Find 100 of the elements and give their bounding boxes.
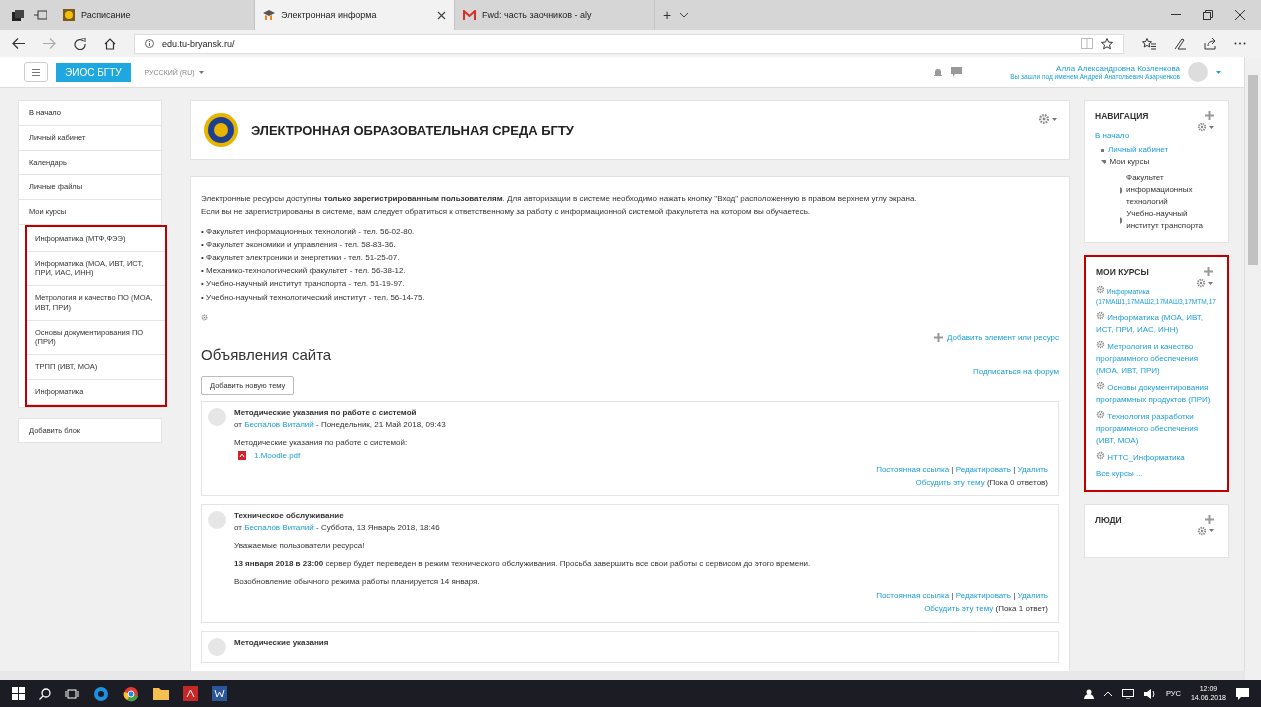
browser-tab[interactable]: Электронная информа [255,0,455,30]
caret-icon [198,70,204,74]
attachment-link[interactable]: 1.Moodle.pdf [254,450,301,460]
avatar-icon [208,407,226,426]
course-icon[interactable] [1096,450,1105,460]
search-icon[interactable] [39,687,51,700]
collapsed-arrow-icon[interactable] [1119,216,1123,224]
tabs-aside-icon[interactable] [12,9,24,21]
pdf-reader-icon[interactable] [183,686,198,701]
site-title: ЭЛЕКТРОННАЯ ОБРАЗОВАТЕЛЬНАЯ СРЕДА БГТУ [251,122,574,138]
user-name-link[interactable]: Алла Александровна Козленкова [1056,64,1180,73]
pen-icon[interactable] [1174,37,1186,50]
home-icon[interactable] [104,37,116,50]
restore-icon[interactable] [1203,10,1213,20]
contact-item: • Механико-технологический факультет - тел. 56-38-12. [201,265,407,278]
refresh-icon[interactable] [74,37,86,50]
star-icon[interactable] [1101,37,1113,50]
discuss-link[interactable]: Обсудить эту тему [915,477,985,487]
gear-icon[interactable] [1196,278,1206,288]
separator: | [950,464,955,474]
post-action-link[interactable]: Постоянная ссылка [876,464,950,474]
post-action-link[interactable]: Удалить [1017,591,1048,601]
post-action-link[interactable]: Постоянная ссылка [876,591,950,601]
collapsed-arrow-icon[interactable] [1119,186,1123,194]
course-link[interactable]: НТТС_Информатика [1096,450,1218,464]
post-meta: от Беспалов Виталий - Суббота, 13 Январь 2018, 18:46 [234,523,441,533]
new-tab-button[interactable]: + [655,7,680,23]
minimize-icon[interactable] [1171,14,1181,16]
contact-item: • Учебно-научный институт транспорта - тел. 51-19-97. [201,278,406,291]
gear-icon[interactable] [201,313,208,321]
course-link[interactable]: Метрология и качество программного обеспечения (МОА, ИВТ, ПРИ) [1096,339,1218,377]
move-icon[interactable] [1205,111,1214,120]
notifications-icon[interactable] [1236,687,1249,700]
person-icon[interactable] [1083,688,1094,699]
author-link[interactable]: Беспалов Виталий [244,523,314,533]
gear-icon[interactable] [1197,525,1207,536]
course-link[interactable]: Основы документирования программных продуктов (ПРИ) [1096,380,1218,406]
post-title: Техническое обслуживание [234,511,345,521]
more-icon[interactable] [1234,42,1246,45]
separator: | [1012,464,1017,474]
course-icon[interactable] [1096,310,1105,320]
close-icon[interactable] [437,10,446,20]
bell-icon[interactable] [933,67,944,77]
move-icon[interactable] [1204,267,1213,276]
task-view-icon[interactable] [65,688,79,699]
gear-icon[interactable] [1197,122,1207,132]
nav-home-link[interactable]: В начало [1095,131,1219,140]
chat-icon[interactable] [951,67,963,77]
windows-logo-icon[interactable] [12,687,25,700]
avatar-icon [208,638,226,656]
move-icon[interactable] [934,332,944,342]
chevron-up-icon[interactable] [1103,691,1112,696]
caret-icon [1216,70,1221,74]
separator: | [950,591,955,601]
close-icon[interactable] [1235,10,1245,20]
nav-item[interactable]: Мои курсы [1109,156,1219,168]
network-icon[interactable] [1121,688,1134,699]
nav-item[interactable]: Учебно-научный институт транспорта [1126,208,1219,232]
back-icon[interactable] [12,38,25,49]
contact-item: • Факультет экономики и управления - тел. 58-83-36. [201,238,397,251]
move-icon[interactable] [1205,514,1214,524]
discuss-link[interactable]: Обсудить эту тему [924,604,994,614]
post-title: Методические указания [234,638,330,647]
course-link[interactable]: Технология разработки программного обеспечения (ИВТ, МОА) [1096,409,1218,447]
all-courses-link[interactable]: Все курсы ... [1096,467,1218,480]
tab-preview-icon[interactable] [34,10,47,20]
course-icon[interactable] [1096,409,1105,419]
nav-item[interactable]: Факультет информационных технологий [1126,172,1219,208]
speaker-icon[interactable] [1143,688,1156,699]
subscribe-link[interactable]: Подписаться на форум [972,366,1059,376]
caret-icon [1209,529,1214,533]
edge-browser-icon[interactable] [93,685,109,702]
address-field[interactable]: edu.tu-bryansk.ru/ [134,33,1124,54]
horizontal-scrollbar[interactable] [0,671,1245,680]
expanded-arrow-icon[interactable] [1101,160,1106,164]
course-icon[interactable] [1096,339,1105,349]
folder-icon[interactable] [153,687,169,700]
gear-icon[interactable] [1038,113,1050,125]
menu-button[interactable] [24,62,48,82]
post-action-link[interactable]: Редактировать [955,591,1011,601]
course-link[interactable]: Информатика (МОА, ИВТ, ИСТ, ПРИ, ИАС, ИНН) [1096,310,1218,336]
contact-item: • Факультет электроники и энергетики - тел. 51-25-07. [201,252,401,265]
author-link[interactable]: Беспалов Виталий [244,419,314,429]
post-action-link[interactable]: Редактировать [955,464,1011,474]
chevron-down-icon[interactable] [679,12,690,18]
chrome-browser-icon[interactable] [123,685,139,702]
calendar-icon [63,9,75,21]
reply-count: (Пока 1 ответ) [995,604,1048,614]
caret-icon [1209,125,1214,129]
separator: | [1012,591,1017,601]
caret-icon [1052,117,1057,121]
course-icon[interactable] [1096,285,1105,294]
course-icon[interactable] [1096,380,1105,390]
share-icon[interactable] [1204,37,1216,50]
nav-link[interactable]: Личный кабинет [1108,144,1169,156]
post-action-link[interactable]: Удалить [1017,464,1048,474]
favorites-icon[interactable] [1142,37,1156,50]
word-document-icon[interactable] [212,686,227,701]
add-resource-link[interactable]: Добавить элемент или ресурс [947,332,1059,342]
brand-button[interactable]: ЭИОС БГТУ [56,62,131,82]
